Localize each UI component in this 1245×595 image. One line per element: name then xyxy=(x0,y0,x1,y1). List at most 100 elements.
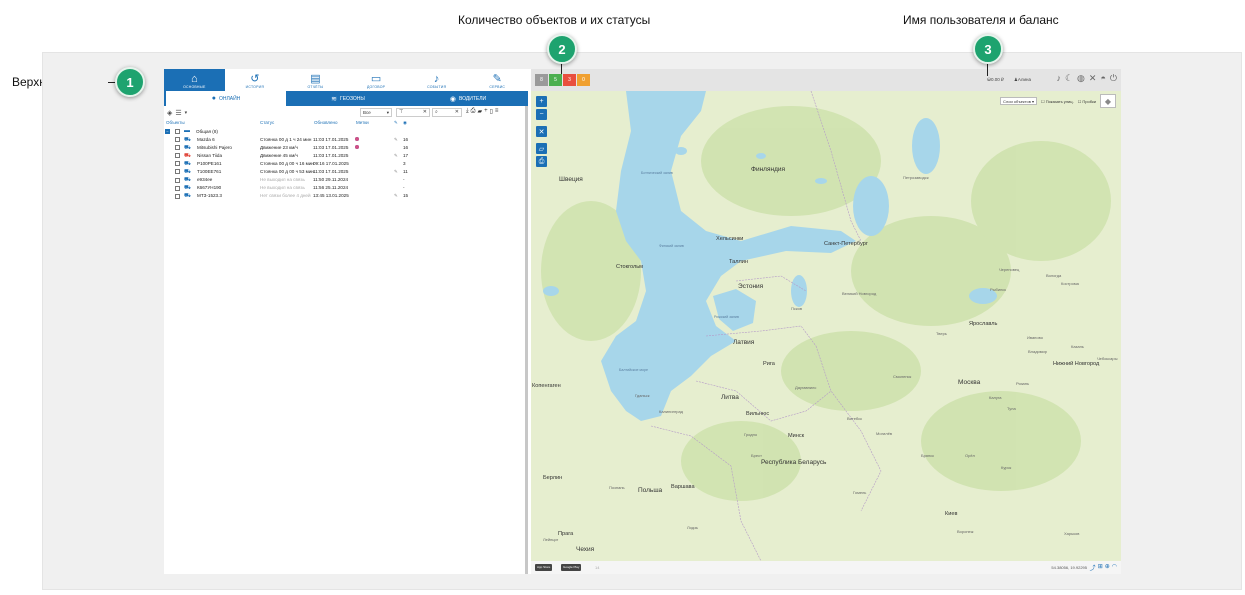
dropdown-icon[interactable]: ▾ xyxy=(185,110,188,116)
table-row[interactable]: ⛟ Mazda 6 Стоянка 00 д 1 ч 24 мин 11:03 17.… xyxy=(164,136,528,144)
nav-tab-3[interactable]: ▭ ДОГОВОР xyxy=(346,69,407,91)
app-store-badge[interactable]: App Store xyxy=(535,564,553,571)
map-layers-icon[interactable]: ◆ xyxy=(1100,94,1116,108)
map-label: Брест xyxy=(751,453,762,458)
tools-icon[interactable]: ✕ xyxy=(1089,73,1097,84)
balance[interactable]: ⛁0.00 ₽ xyxy=(987,77,1004,83)
tag-dot xyxy=(355,137,359,142)
route-icon[interactable]: ⤴ xyxy=(1090,563,1096,572)
night-mode-icon[interactable]: ☾ xyxy=(1065,73,1073,84)
map-label: Витебск xyxy=(847,416,862,421)
logout-icon[interactable]: ⏻ xyxy=(1110,73,1117,84)
zoom-search-icon[interactable]: ⊕ xyxy=(1105,563,1110,572)
nav-tab-5[interactable]: ✎ СЕРВИС xyxy=(467,69,528,91)
table-row[interactable]: ⛟ Nissan Tiida Движение 45 км/ч 11:03 17.01… xyxy=(164,152,528,160)
clear-filter-icon[interactable]: ✕ xyxy=(423,109,427,116)
map-view[interactable]: Финляндия Швеция Эстония Латвия Литва Республ… xyxy=(531,91,1121,561)
group-checkbox[interactable] xyxy=(175,129,180,134)
object-updated: 11:56 25.11.2024 xyxy=(313,185,349,191)
object-name: МТЗ-1523.3 xyxy=(197,193,222,199)
support-icon[interactable]: ◓ xyxy=(1100,73,1105,84)
folder-icon[interactable]: ▰ xyxy=(477,108,482,115)
nav-tab-4[interactable]: ♪ СОБЫТИЯ xyxy=(406,69,467,91)
key-column-icon: ✎ xyxy=(394,120,398,125)
draw-area-button[interactable]: ▱ xyxy=(536,143,547,154)
object-updated: 11:03 17.01.2025 xyxy=(313,168,349,174)
print-icon[interactable]: ⎙ xyxy=(471,108,476,115)
document-icon[interactable]: ▯ xyxy=(490,108,493,115)
globe-icon[interactable]: ◍ xyxy=(1077,73,1085,84)
nav-tab-0[interactable]: ⌂ ОСНОВНЫЕ xyxy=(164,69,225,91)
row-checkbox[interactable] xyxy=(175,193,180,199)
user[interactable]: ♟Алина xyxy=(1014,77,1031,83)
table-row[interactable]: ⛟ Mitsubishi Pajero Движение 23 км/ч 11:03 … xyxy=(164,144,528,152)
row-checkbox[interactable] xyxy=(175,137,180,143)
layers-icon: ≋ xyxy=(331,95,338,103)
table-row[interactable]: ⛟ Р100РЕ161 Стоянка 00 д 00 ч 16 мин 09:16 … xyxy=(164,160,528,168)
print-map-button[interactable]: ⎙ xyxy=(536,156,547,167)
download-icon[interactable]: ⤓ xyxy=(466,108,469,115)
subtab-0[interactable]: ● ОНЛАЙН xyxy=(166,91,286,106)
google-play-badge[interactable]: Google Play xyxy=(561,564,582,571)
row-checkbox[interactable] xyxy=(175,177,180,183)
map-label: Могилёв xyxy=(876,431,892,436)
zoom-in-button[interactable]: + xyxy=(536,96,547,107)
row-checkbox[interactable] xyxy=(175,185,180,191)
table-row[interactable]: ⛟ Т100ЕЕ761 Стоянка 00 д 00 ч 53 мин 11:03 … xyxy=(164,168,528,176)
tag-filter-icon[interactable]: ◈ xyxy=(167,109,172,117)
column-objects[interactable]: Объекты xyxy=(166,120,185,125)
clear-search-icon[interactable]: ✕ xyxy=(455,109,459,116)
notification-bell-icon[interactable]: ♪ xyxy=(1056,73,1061,84)
ruler-icon[interactable]: ⊞ xyxy=(1098,563,1103,572)
map-layer-controls: Слои объектов ▾ ☐ Показать улиц. ☐ Пробк… xyxy=(999,94,1116,108)
object-status: Стоянка 00 д 00 ч 16 мин xyxy=(260,160,314,166)
map-label: Рязань xyxy=(1016,381,1030,386)
key-icon: ✎ xyxy=(394,136,398,142)
jams-checkbox[interactable]: ☐ Пробки xyxy=(1078,99,1096,104)
nav-tab-2[interactable]: ▤ ОТЧЁТЫ xyxy=(285,69,346,91)
balance-value: 0.00 ₽ xyxy=(990,77,1004,82)
row-checkbox[interactable] xyxy=(175,169,180,175)
table-row[interactable]: ⛟ МТЗ-1523.3 Нет связи более 4 дней 13:45 1… xyxy=(164,193,528,201)
traffic-checkbox[interactable]: ☐ Показать улиц. xyxy=(1041,99,1074,104)
filter-input[interactable]: ⊤ ✕ xyxy=(396,108,430,117)
row-checkbox[interactable] xyxy=(175,145,180,151)
nav-tab-label: СЕРВИС xyxy=(489,85,506,89)
column-tags[interactable]: Метки xyxy=(356,120,369,125)
subtab-1[interactable]: ≋ ГЕОЗОНЫ xyxy=(288,91,408,106)
group-row[interactable]: − ▬ Общая (8) xyxy=(164,128,528,136)
rss-icon[interactable]: ◠ xyxy=(1112,563,1117,572)
menu-icon[interactable]: ≡ xyxy=(495,108,499,115)
status-count-1[interactable]: 5 xyxy=(549,74,562,86)
car-icon: ⛟ xyxy=(184,136,191,143)
nav-tab-1[interactable]: ↺ ИСТОРИЯ xyxy=(225,69,286,91)
status-count-3[interactable]: 0 xyxy=(577,74,590,86)
map-controls: + − ✕ ▱ ⎙ xyxy=(536,96,547,167)
collapse-icon[interactable]: − xyxy=(165,129,170,134)
map-label: Финляндия xyxy=(751,166,786,173)
list-view-icon[interactable]: ☰ xyxy=(175,109,181,117)
search-input[interactable]: ⌕ ✕ xyxy=(432,108,462,117)
status-count-2[interactable]: 3 xyxy=(563,74,576,86)
status-count-0[interactable]: 8 xyxy=(535,74,548,86)
zoom-out-button[interactable]: − xyxy=(536,109,547,120)
add-icon[interactable]: + xyxy=(484,108,488,115)
table-row[interactable]: ⛟ К667УН190 Не выходил на связь 11:56 25.11… xyxy=(164,185,528,193)
bell-icon: ♪ xyxy=(433,73,440,85)
table-row[interactable]: ⛟ е934ее Не выходил на связь 11:50 29.11.20… xyxy=(164,177,528,185)
status-filter-select[interactable]: Все ▾ xyxy=(360,108,392,117)
object-status: Движение 23 км/ч xyxy=(260,144,298,150)
filter-icon: ⊤ xyxy=(399,109,404,115)
screenshot-root: Верхняя панель Количество объектов и их … xyxy=(0,0,1245,595)
map-label: Гродно xyxy=(744,432,758,437)
object-layers-value: Слои объектов xyxy=(1002,98,1031,104)
column-status[interactable]: Статус xyxy=(260,120,274,125)
map-label: Череповец xyxy=(999,267,1020,272)
object-layers-select[interactable]: Слои объектов ▾ xyxy=(999,97,1037,105)
column-updated[interactable]: Обновлено xyxy=(314,120,337,125)
row-checkbox[interactable] xyxy=(175,153,180,159)
top-navigation: ⌂ ОСНОВНЫЕ ↺ ИСТОРИЯ ▤ ОТЧЁТЫ ▭ ДОГОВОР ♪ СОБЫТИЯ… xyxy=(164,69,528,91)
fullscreen-button[interactable]: ✕ xyxy=(536,126,547,137)
subtab-2[interactable]: ◉ ВОДИТЕЛИ xyxy=(408,91,528,106)
row-checkbox[interactable] xyxy=(175,161,180,167)
